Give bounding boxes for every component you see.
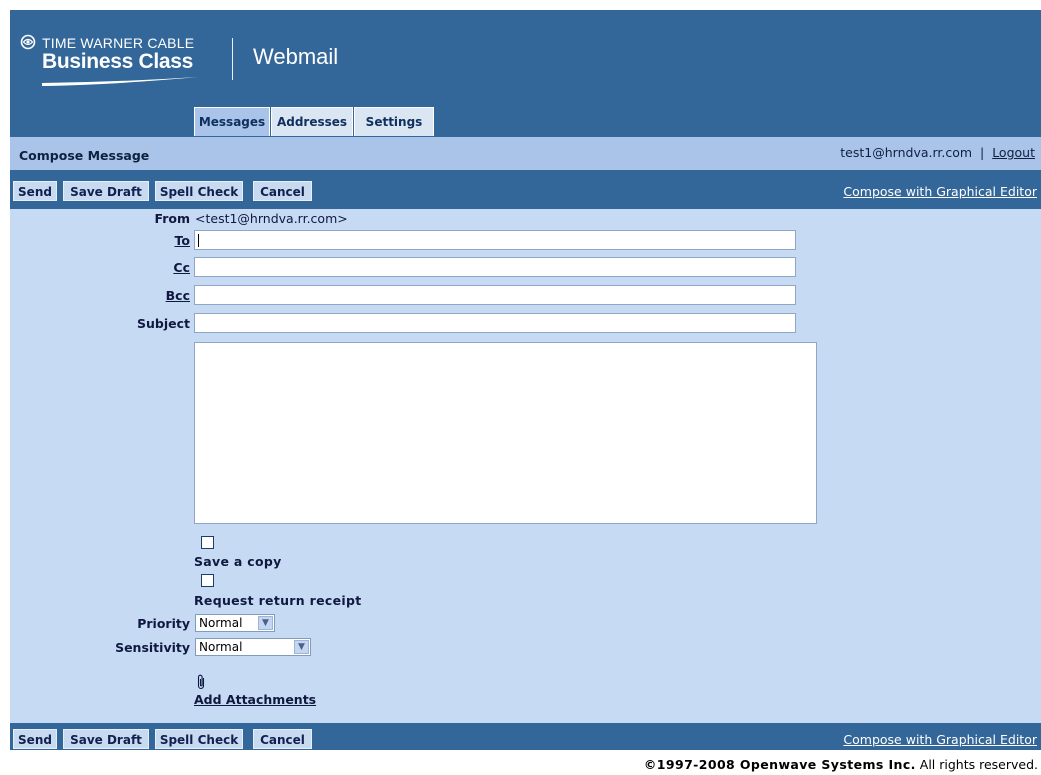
page-title: Compose Message: [19, 148, 150, 163]
brand-company-top: TIME WARNER CABLE: [42, 35, 195, 51]
add-attachments-link[interactable]: Add Attachments: [194, 692, 316, 707]
send-button[interactable]: Send: [13, 181, 57, 201]
bcc-field[interactable]: [194, 285, 796, 305]
save-copy-checkbox[interactable]: [201, 536, 214, 549]
webmail-frame: TIME WARNER CABLE Business Class Webmail…: [10, 10, 1041, 750]
logo-divider: [232, 38, 233, 80]
subject-label: Subject: [137, 316, 190, 331]
chevron-down-icon: ▼: [294, 640, 309, 654]
tab-settings[interactable]: Settings: [354, 107, 434, 136]
save-copy-label: Save a copy: [194, 554, 282, 569]
copyright-footer: ©1997-2008 Openwave Systems Inc. All rig…: [644, 757, 1038, 772]
cancel-button[interactable]: Cancel: [253, 181, 312, 201]
tab-messages[interactable]: Messages: [194, 107, 270, 136]
compose-title-bar: Compose Message test1@hrndva.rr.com | Lo…: [10, 137, 1041, 170]
swoosh-logo-icon: [42, 77, 198, 86]
spell-check-button[interactable]: Spell Check: [155, 729, 243, 749]
eye-logo-icon: [20, 34, 36, 50]
save-draft-button[interactable]: Save Draft: [63, 729, 149, 749]
save-draft-button[interactable]: Save Draft: [63, 181, 149, 201]
priority-selected-value: Normal: [199, 616, 243, 630]
user-email: test1@hrndva.rr.com: [840, 145, 973, 160]
to-label-link[interactable]: To: [175, 233, 190, 248]
to-field[interactable]: [194, 230, 796, 250]
text-caret: [198, 234, 199, 247]
cancel-button[interactable]: Cancel: [253, 729, 312, 749]
bcc-label-link[interactable]: Bcc: [166, 288, 190, 303]
tab-addresses[interactable]: Addresses: [271, 107, 353, 136]
graphical-editor-link[interactable]: Compose with Graphical Editor: [843, 184, 1037, 199]
compose-form: From <test1@hrndva.rr.com> To Cc Bcc Sub…: [10, 209, 1041, 723]
subject-field[interactable]: [194, 313, 796, 333]
sensitivity-label: Sensitivity: [115, 640, 190, 655]
user-info: test1@hrndva.rr.com | Logout: [840, 145, 1035, 160]
header: TIME WARNER CABLE Business Class Webmail…: [10, 10, 1041, 137]
return-receipt-label: Request return receipt: [194, 593, 362, 608]
priority-label: Priority: [137, 616, 190, 631]
brand-company-main: Business Class: [42, 50, 194, 73]
from-value: <test1@hrndva.rr.com>: [195, 211, 348, 226]
priority-select[interactable]: Normal ▼: [195, 614, 275, 632]
spell-check-button[interactable]: Spell Check: [155, 181, 243, 201]
paperclip-icon: [197, 674, 205, 690]
bottom-toolbar: Send Save Draft Spell Check Cancel Compo…: [10, 723, 1041, 750]
cc-field[interactable]: [194, 257, 796, 277]
sensitivity-selected-value: Normal: [199, 640, 243, 654]
logout-link[interactable]: Logout: [992, 145, 1035, 160]
return-receipt-checkbox[interactable]: [201, 574, 214, 587]
sensitivity-select[interactable]: Normal ▼: [195, 638, 311, 656]
chevron-down-icon: ▼: [258, 616, 273, 630]
top-toolbar: Send Save Draft Spell Check Cancel Compo…: [10, 172, 1041, 208]
user-separator: |: [980, 145, 985, 160]
copyright-text: ©1997-2008 Openwave Systems Inc.: [643, 757, 916, 772]
graphical-editor-link[interactable]: Compose with Graphical Editor: [843, 732, 1037, 747]
cc-label-link[interactable]: Cc: [173, 260, 190, 275]
from-label: From: [154, 211, 190, 226]
message-body-textarea[interactable]: [194, 342, 817, 524]
product-name: Webmail: [253, 44, 339, 69]
send-button[interactable]: Send: [13, 729, 57, 749]
rights-text: All rights reserved.: [919, 757, 1038, 772]
